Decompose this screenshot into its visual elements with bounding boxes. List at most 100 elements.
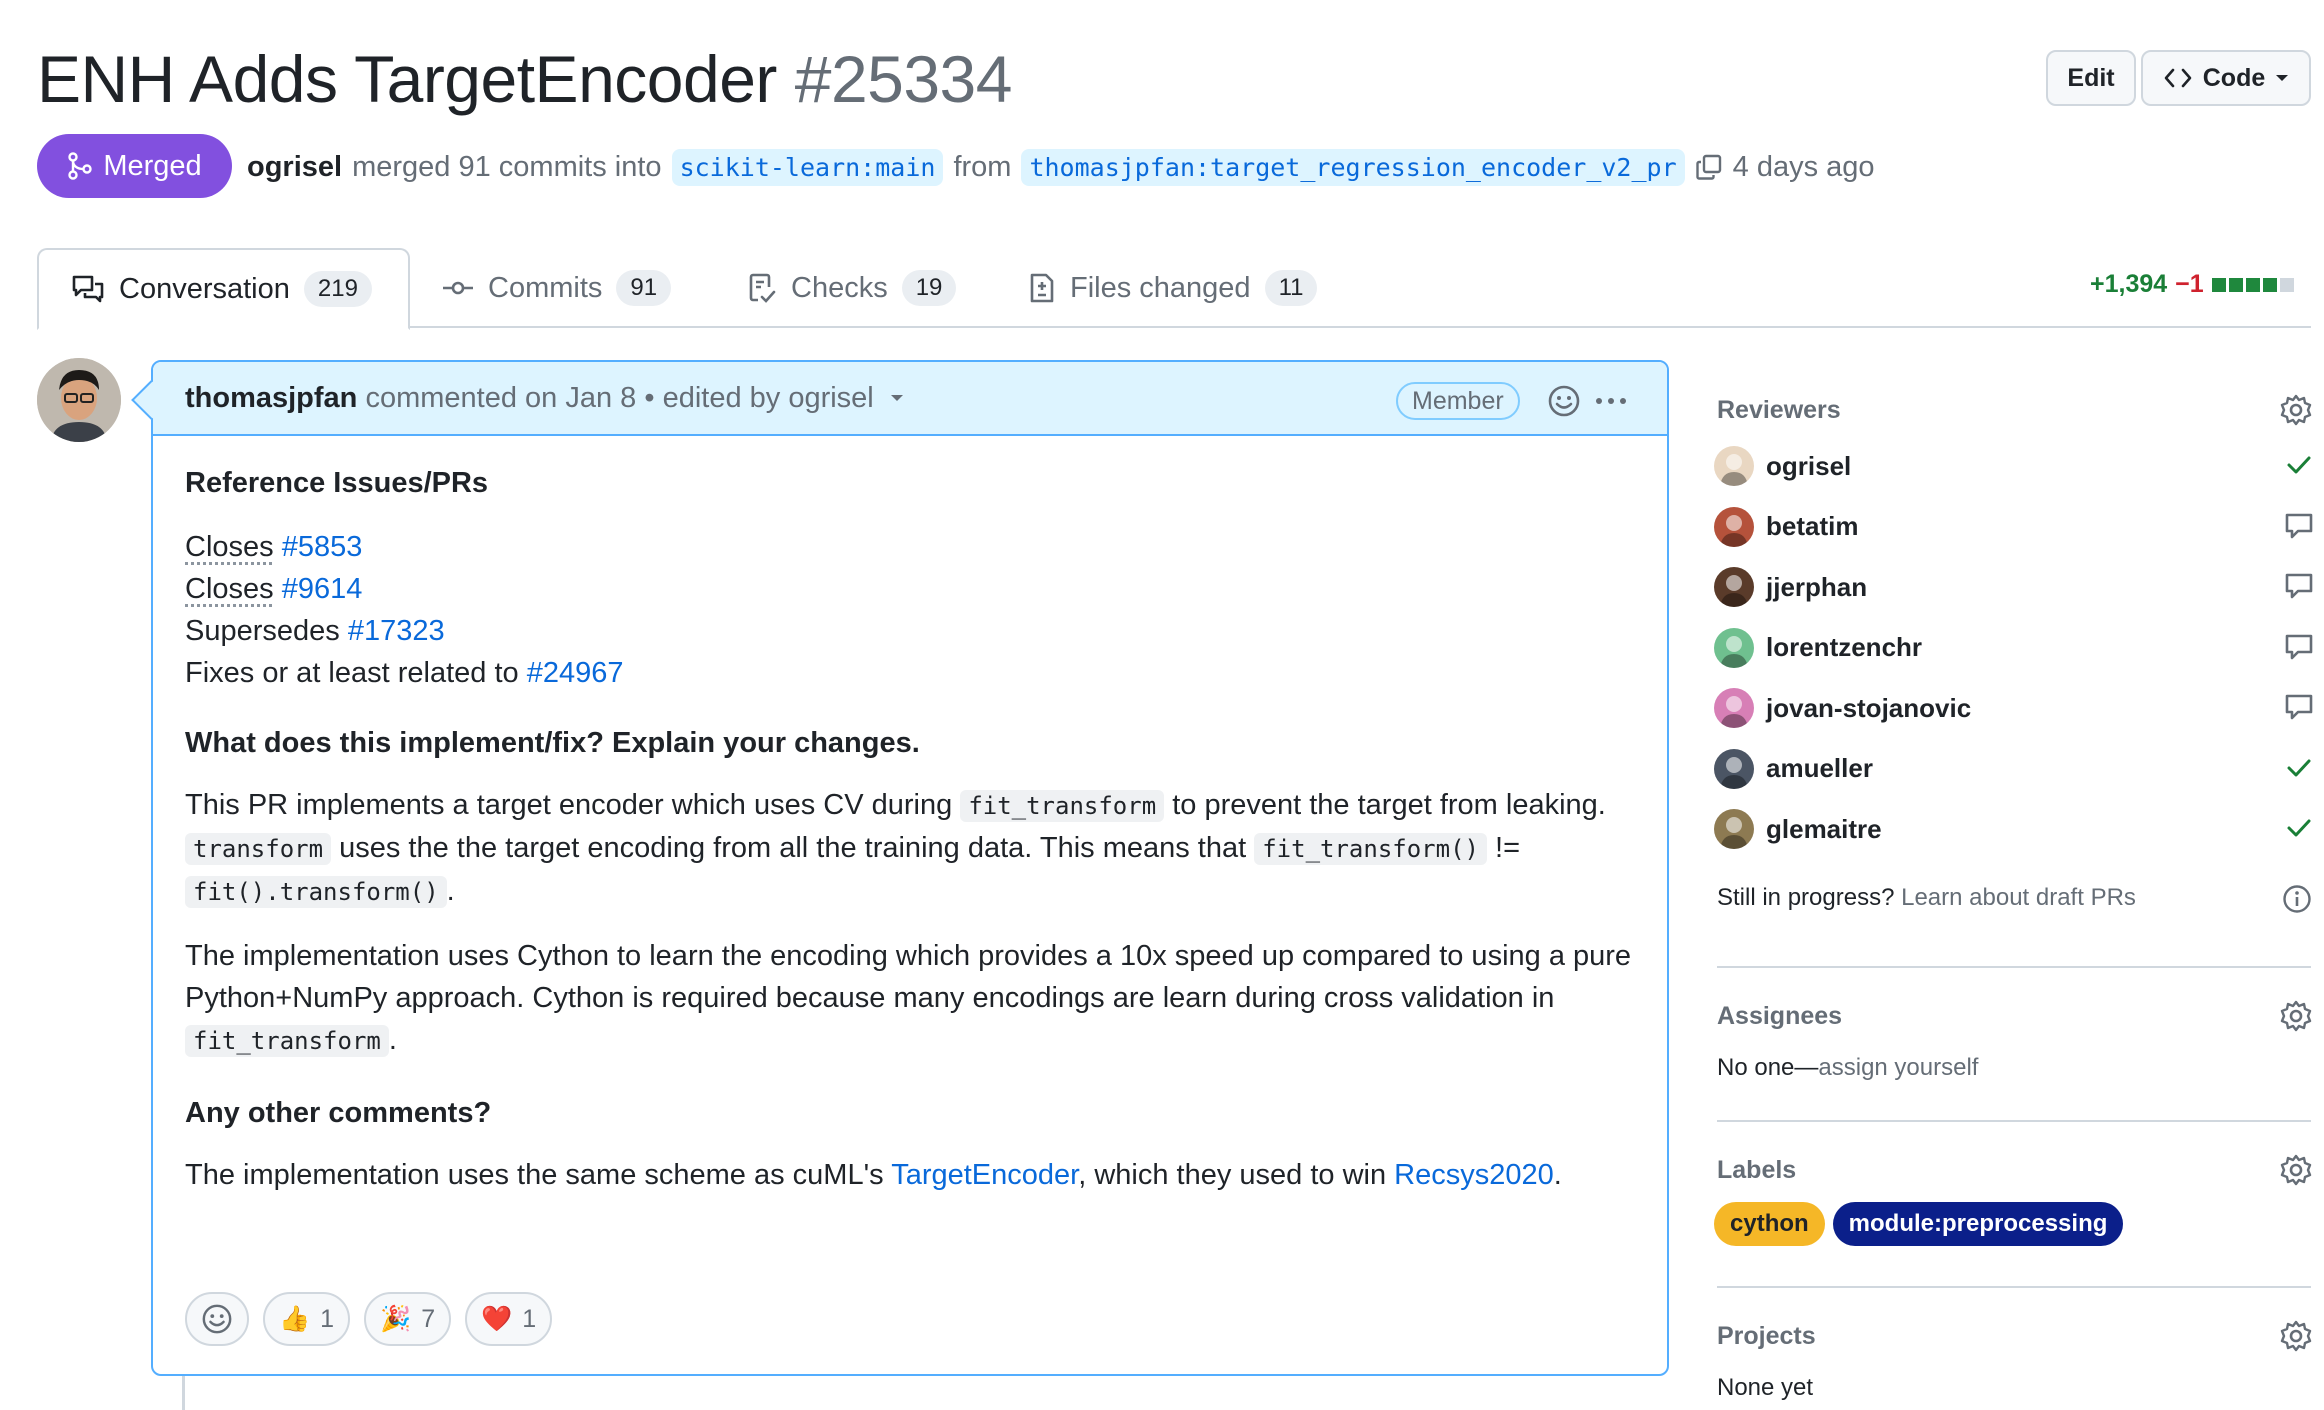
issue-link[interactable]: #17323 — [348, 615, 445, 647]
projects-gear-icon[interactable] — [2280, 1320, 2312, 1352]
merge-summary: ogrisel merged 91 commits into scikit-le… — [247, 144, 1875, 190]
reviewer-row[interactable]: lorentzenchr — [1714, 626, 2314, 670]
pr-number: #25334 — [794, 42, 1013, 116]
tab-files-changed[interactable]: Files changed 11 — [996, 248, 1349, 328]
assignees-gear-icon[interactable] — [2280, 1000, 2312, 1032]
info-icon[interactable] — [2282, 884, 2312, 914]
reviewer-row[interactable]: jjerphan — [1714, 565, 2314, 609]
reviewer-status[interactable] — [2284, 753, 2314, 790]
recsys2020-link[interactable]: Recsys2020 — [1394, 1159, 1554, 1191]
author-avatar[interactable] — [37, 358, 121, 442]
code-icon — [2164, 68, 2192, 88]
issue-link[interactable]: #5853 — [282, 531, 363, 563]
reviewer-name[interactable]: jovan-stojanovic — [1766, 693, 1971, 724]
reaction-heart[interactable]: ❤️ 1 — [465, 1292, 553, 1346]
reviewer-avatar[interactable] — [1714, 446, 1754, 486]
reaction-count: 1 — [320, 1304, 335, 1333]
reaction-thumbs-up[interactable]: 👍 1 — [263, 1292, 351, 1346]
reviewer-name[interactable]: glemaitre — [1766, 814, 1882, 845]
chevron-down-icon[interactable] — [890, 393, 904, 403]
reviewer-name[interactable]: lorentzenchr — [1766, 632, 1922, 663]
projects-heading[interactable]: Projects — [1717, 1322, 1816, 1351]
reviewer-status[interactable] — [2284, 813, 2314, 850]
ref-prefix: Fixes or at least related to — [185, 657, 519, 689]
reviewer-name[interactable]: betatim — [1766, 511, 1858, 542]
heading-other: Any other comments? — [185, 1097, 492, 1129]
reviewer-avatar[interactable] — [1714, 748, 1754, 789]
code-button[interactable]: Code — [2141, 50, 2311, 106]
reviewer-avatar[interactable] — [1714, 567, 1754, 607]
copy-icon[interactable] — [1695, 153, 1723, 181]
tab-checks[interactable]: Checks 19 — [715, 248, 988, 328]
checklist-icon — [749, 273, 776, 303]
paragraph-2: The implementation uses Cython to learn … — [185, 935, 1645, 1062]
assignees-heading[interactable]: Assignees — [1717, 1002, 1842, 1031]
reviewer-avatar[interactable] — [1714, 688, 1754, 728]
merged-state-badge: Merged — [37, 134, 232, 198]
reviewer-avatar[interactable] — [1714, 809, 1754, 849]
merged-state-label: Merged — [103, 149, 202, 182]
assign-yourself-link[interactable]: assign yourself — [1818, 1054, 1978, 1081]
reviewer-status[interactable] — [2284, 571, 2314, 608]
p2-text-b: . — [388, 1024, 397, 1056]
reviewers-gear-icon[interactable] — [2280, 394, 2312, 426]
reaction-hooray[interactable]: 🎉 7 — [364, 1292, 452, 1346]
tab-commits[interactable]: Commits 91 — [410, 248, 703, 328]
reviewer-name[interactable]: jjerphan — [1766, 572, 1867, 603]
reviewer-row[interactable]: ogrisel — [1714, 444, 2314, 488]
reviewer-row[interactable]: glemaitre — [1714, 807, 2314, 851]
reviewer-status[interactable] — [2284, 450, 2314, 487]
diffstat: +1,394 −1 — [2090, 270, 2294, 299]
reviewer-name[interactable]: amueller — [1766, 753, 1873, 784]
add-reaction-icon[interactable] — [1547, 384, 1581, 418]
add-reaction-button[interactable] — [185, 1292, 249, 1346]
reviewer-avatar[interactable] — [1714, 506, 1754, 547]
merge-text: merged 91 commits into — [352, 150, 662, 183]
merger-link[interactable]: ogrisel — [247, 151, 342, 184]
reviewer-row[interactable]: betatim — [1714, 505, 2314, 549]
draft-question: Still in progress? — [1717, 884, 1895, 911]
head-branch[interactable]: thomasjpfan:target_regression_encoder_v2… — [1021, 148, 1685, 186]
reaction-count: 7 — [421, 1304, 436, 1333]
inline-code: fit_transform — [960, 790, 1165, 822]
heading-reference: Reference Issues/PRs — [185, 467, 489, 499]
smiley-icon — [202, 1304, 232, 1334]
sidebar-divider — [1717, 1120, 2311, 1122]
comment-author[interactable]: thomasjpfan — [185, 382, 357, 415]
comment-meta[interactable]: commented on Jan 8 • edited by ogrisel — [365, 382, 873, 415]
reviewer-status[interactable] — [2284, 692, 2314, 729]
inline-code: fit_transform — [185, 1025, 389, 1057]
edit-button[interactable]: Edit — [2046, 50, 2136, 106]
reviewer-status[interactable] — [2284, 632, 2314, 669]
reviewer-status[interactable] — [2284, 511, 2314, 548]
labels-gear-icon[interactable] — [2280, 1154, 2312, 1186]
draft-prs-link[interactable]: Learn about draft PRs — [1901, 884, 2136, 911]
inline-code: transform — [185, 833, 332, 865]
issue-link[interactable]: #24967 — [527, 657, 624, 689]
reviewers-heading[interactable]: Reviewers — [1717, 396, 1841, 425]
tab-commits-label: Commits — [488, 271, 603, 304]
code-button-label: Code — [2202, 63, 2266, 92]
reviewer-avatar[interactable] — [1714, 627, 1754, 668]
labels-heading[interactable]: Labels — [1717, 1156, 1796, 1185]
reviewer-name[interactable]: ogrisel — [1766, 451, 1851, 482]
party-popper-icon: 🎉 — [380, 1304, 412, 1333]
reviewer-row[interactable]: jovan-stojanovic — [1714, 686, 2314, 730]
kebab-menu-icon[interactable] — [1593, 386, 1629, 416]
merge-icon — [68, 152, 93, 180]
reviewer-row[interactable]: amueller — [1714, 747, 2314, 791]
label-module-preprocessing[interactable]: module:preprocessing — [1832, 1202, 2124, 1246]
issue-link[interactable]: #9614 — [282, 573, 363, 605]
targetencoder-link[interactable]: TargetEncoder — [891, 1159, 1078, 1191]
tab-files-label: Files changed — [1070, 271, 1251, 304]
merge-time: 4 days ago — [1732, 150, 1875, 183]
pr-title: ENH Adds TargetEncoder #25334 — [37, 38, 1012, 120]
p1-text-b: to prevent the target from leaking. — [1172, 789, 1606, 821]
tab-conversation[interactable]: Conversation 219 — [37, 248, 410, 330]
label-cython[interactable]: cython — [1714, 1202, 1825, 1246]
timeline-line — [182, 1376, 185, 1410]
refs-list: Closes #5853 Closes #9614 Supersedes #17… — [185, 526, 1645, 694]
tab-conversation-count: 219 — [303, 271, 372, 307]
comment-icon — [2285, 694, 2313, 720]
base-branch[interactable]: scikit-learn:main — [671, 148, 944, 186]
